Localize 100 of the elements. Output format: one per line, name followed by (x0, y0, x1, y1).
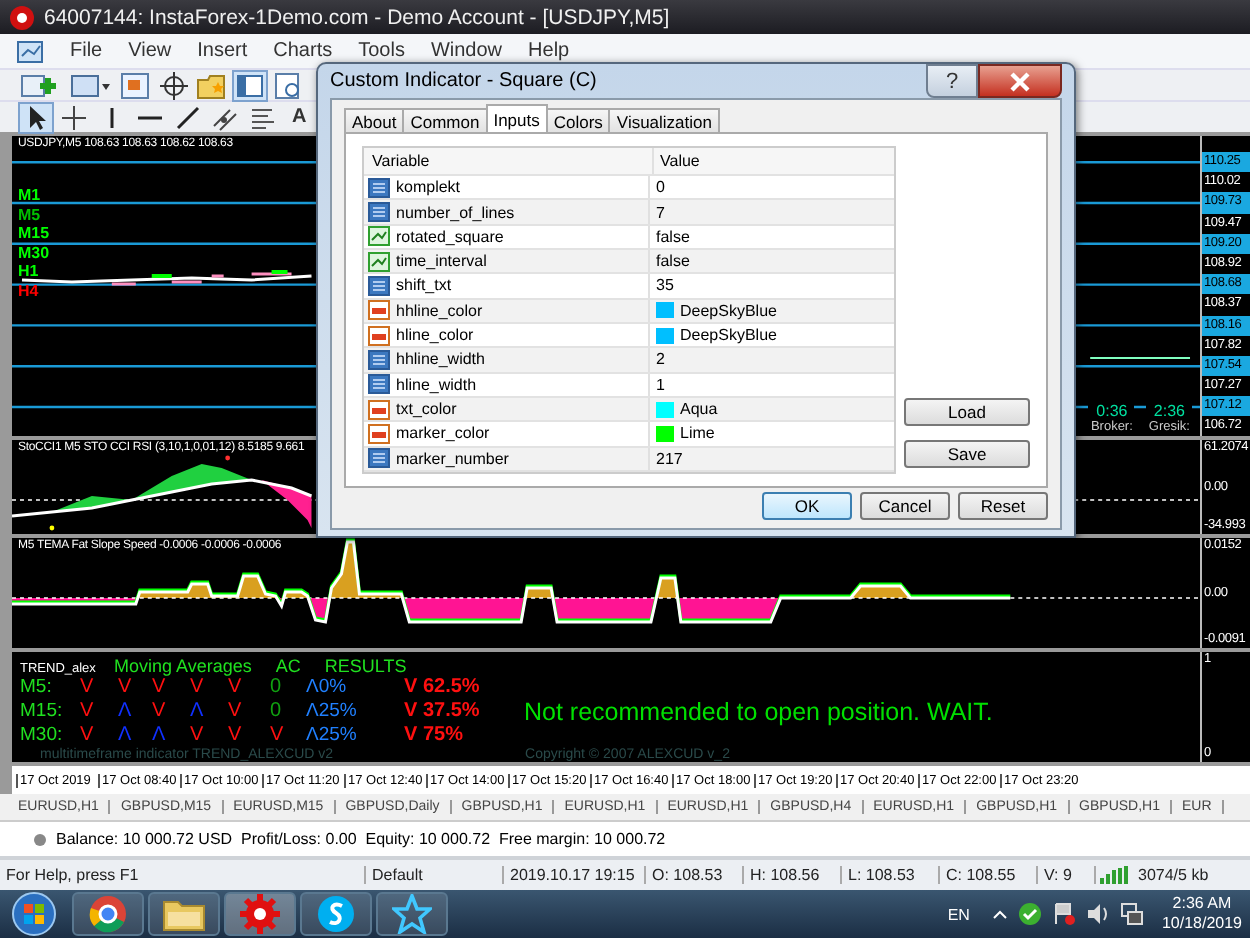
result-percent: V 37.5% (404, 700, 482, 724)
taskbar-app[interactable] (300, 892, 372, 936)
variable-value[interactable]: DeepSkyBlue (680, 326, 777, 345)
status-text: L: 108.53 (842, 866, 940, 884)
variable-value[interactable]: false (656, 227, 690, 246)
column-heading: AC (275, 656, 301, 676)
dialog-button[interactable]: Load (904, 398, 1030, 426)
variable-value[interactable]: DeepSkyBlue (680, 301, 777, 320)
signal-mark: V (190, 676, 206, 700)
windows-logo-icon (8, 892, 60, 936)
signal-mark: V (228, 724, 244, 748)
folder-star-icon[interactable] (196, 71, 228, 99)
dialog-tab[interactable]: Visualization (608, 108, 720, 132)
cursor-icon[interactable] (20, 103, 52, 131)
number-type-icon (368, 448, 390, 469)
taskbar-app[interactable] (72, 892, 144, 936)
status-text: H: 108.56 (744, 866, 842, 884)
variable-name: time_interval (396, 252, 487, 271)
timeframe-label: M5: (20, 676, 54, 700)
crosshair-icon[interactable] (158, 71, 190, 99)
trend-message: Not recommended to open position. WAIT. (524, 698, 993, 726)
variable-value[interactable]: 2 (656, 350, 665, 369)
number-type-icon (368, 374, 390, 395)
variable-value[interactable]: 1 (656, 375, 665, 394)
dialog-button[interactable]: Save (904, 440, 1030, 468)
tray-date[interactable]: 10/18/2019 (1161, 914, 1242, 934)
language-indicator[interactable]: EN (947, 905, 970, 923)
taskbar-app[interactable] (148, 892, 220, 936)
column-heading: RESULTS (324, 656, 407, 676)
status-dot-icon (32, 831, 48, 847)
dialog-tab[interactable]: Colors (545, 108, 611, 132)
timeframe-label: M30 (18, 243, 50, 263)
menu-item[interactable]: Help (528, 40, 570, 62)
variable-name: hhline_width (396, 350, 485, 369)
column-header: Variable (364, 148, 654, 175)
variable-value[interactable]: Lime (680, 424, 715, 443)
speaker-icon[interactable] (1085, 902, 1110, 926)
crosshair-icon[interactable] (58, 103, 90, 131)
status-text: C: 108.55 (940, 866, 1038, 884)
variable-value[interactable]: 35 (656, 276, 674, 295)
timeframe-label: M15 (18, 224, 50, 244)
signal-mark: V (80, 700, 96, 724)
shield-check-icon[interactable] (1017, 902, 1042, 926)
help-button[interactable]: ? (926, 64, 978, 98)
text-tool[interactable]: A (286, 106, 313, 128)
status-text: 2019.10.17 19:15 (504, 866, 646, 884)
dialog-button[interactable]: Cancel (860, 492, 950, 520)
flag-icon[interactable] (1051, 902, 1076, 926)
taskbar-app[interactable] (376, 892, 448, 936)
variable-name: hhline_color (396, 301, 483, 320)
timeframe-label: H1 (18, 262, 41, 282)
status-text: Default (366, 866, 504, 884)
tray-time[interactable]: 2:36 AM (1172, 894, 1232, 914)
status-text: V: 9 (1038, 866, 1096, 884)
timeframe-label: M30: (20, 724, 65, 747)
dialog-button[interactable]: OK (762, 492, 852, 520)
variable-value[interactable]: Aqua (680, 400, 718, 419)
signal-mark: V (152, 676, 168, 700)
status-text: O: 108.53 (646, 866, 744, 884)
chart-window-icon[interactable] (16, 39, 44, 63)
variable-name: komplekt (396, 178, 461, 197)
timeframe-label: M15: (20, 700, 65, 724)
variable-value[interactable]: 7 (656, 203, 665, 221)
menu-item[interactable]: Charts (273, 40, 333, 62)
dialog-tab[interactable]: Inputs (485, 104, 548, 132)
variable-name: rotated_square (396, 227, 504, 246)
close-button[interactable] (978, 64, 1062, 98)
variable-name: shift_txt (396, 276, 452, 295)
column-header: Value (658, 150, 700, 174)
column-heading: Moving Averages (114, 656, 252, 676)
menu-item[interactable]: Insert (197, 40, 248, 62)
variable-value[interactable]: 217 (656, 449, 683, 468)
dialog-button[interactable]: Reset (958, 492, 1048, 520)
signal-mark: 0 (270, 700, 284, 724)
signal-mark: Λ (190, 700, 206, 724)
chat-icon (316, 894, 356, 934)
result-percent: V 62.5% (404, 676, 482, 700)
folder-icon (162, 896, 206, 932)
timeframe-label: H4 (18, 281, 41, 302)
menu-item[interactable]: File (70, 40, 103, 62)
signal-mark: Λ25% (306, 724, 359, 748)
signal-mark: Λ (118, 724, 134, 747)
menu-item[interactable]: View (128, 40, 172, 62)
dialog-tab[interactable]: Common (402, 108, 488, 132)
signal-mark: V (80, 724, 96, 747)
signal-mark: Λ25% (306, 700, 359, 724)
menu-item[interactable]: Window (430, 40, 503, 62)
taskbar-app[interactable] (224, 892, 296, 936)
variable-value[interactable]: false (656, 252, 690, 271)
dialog-tab[interactable]: About (344, 108, 405, 132)
trend-line-icon[interactable] (172, 103, 204, 131)
star-icon (392, 894, 432, 934)
menu-item[interactable]: Tools (358, 40, 405, 62)
signal-mark: Λ (152, 724, 168, 747)
boolean-type-icon (368, 226, 390, 247)
number-type-icon (368, 349, 390, 370)
close-icon (1008, 71, 1032, 91)
chevron-up-icon[interactable] (991, 908, 1008, 920)
variable-value[interactable]: 0 (656, 178, 665, 197)
clock-time: 0:36 (1096, 402, 1128, 420)
